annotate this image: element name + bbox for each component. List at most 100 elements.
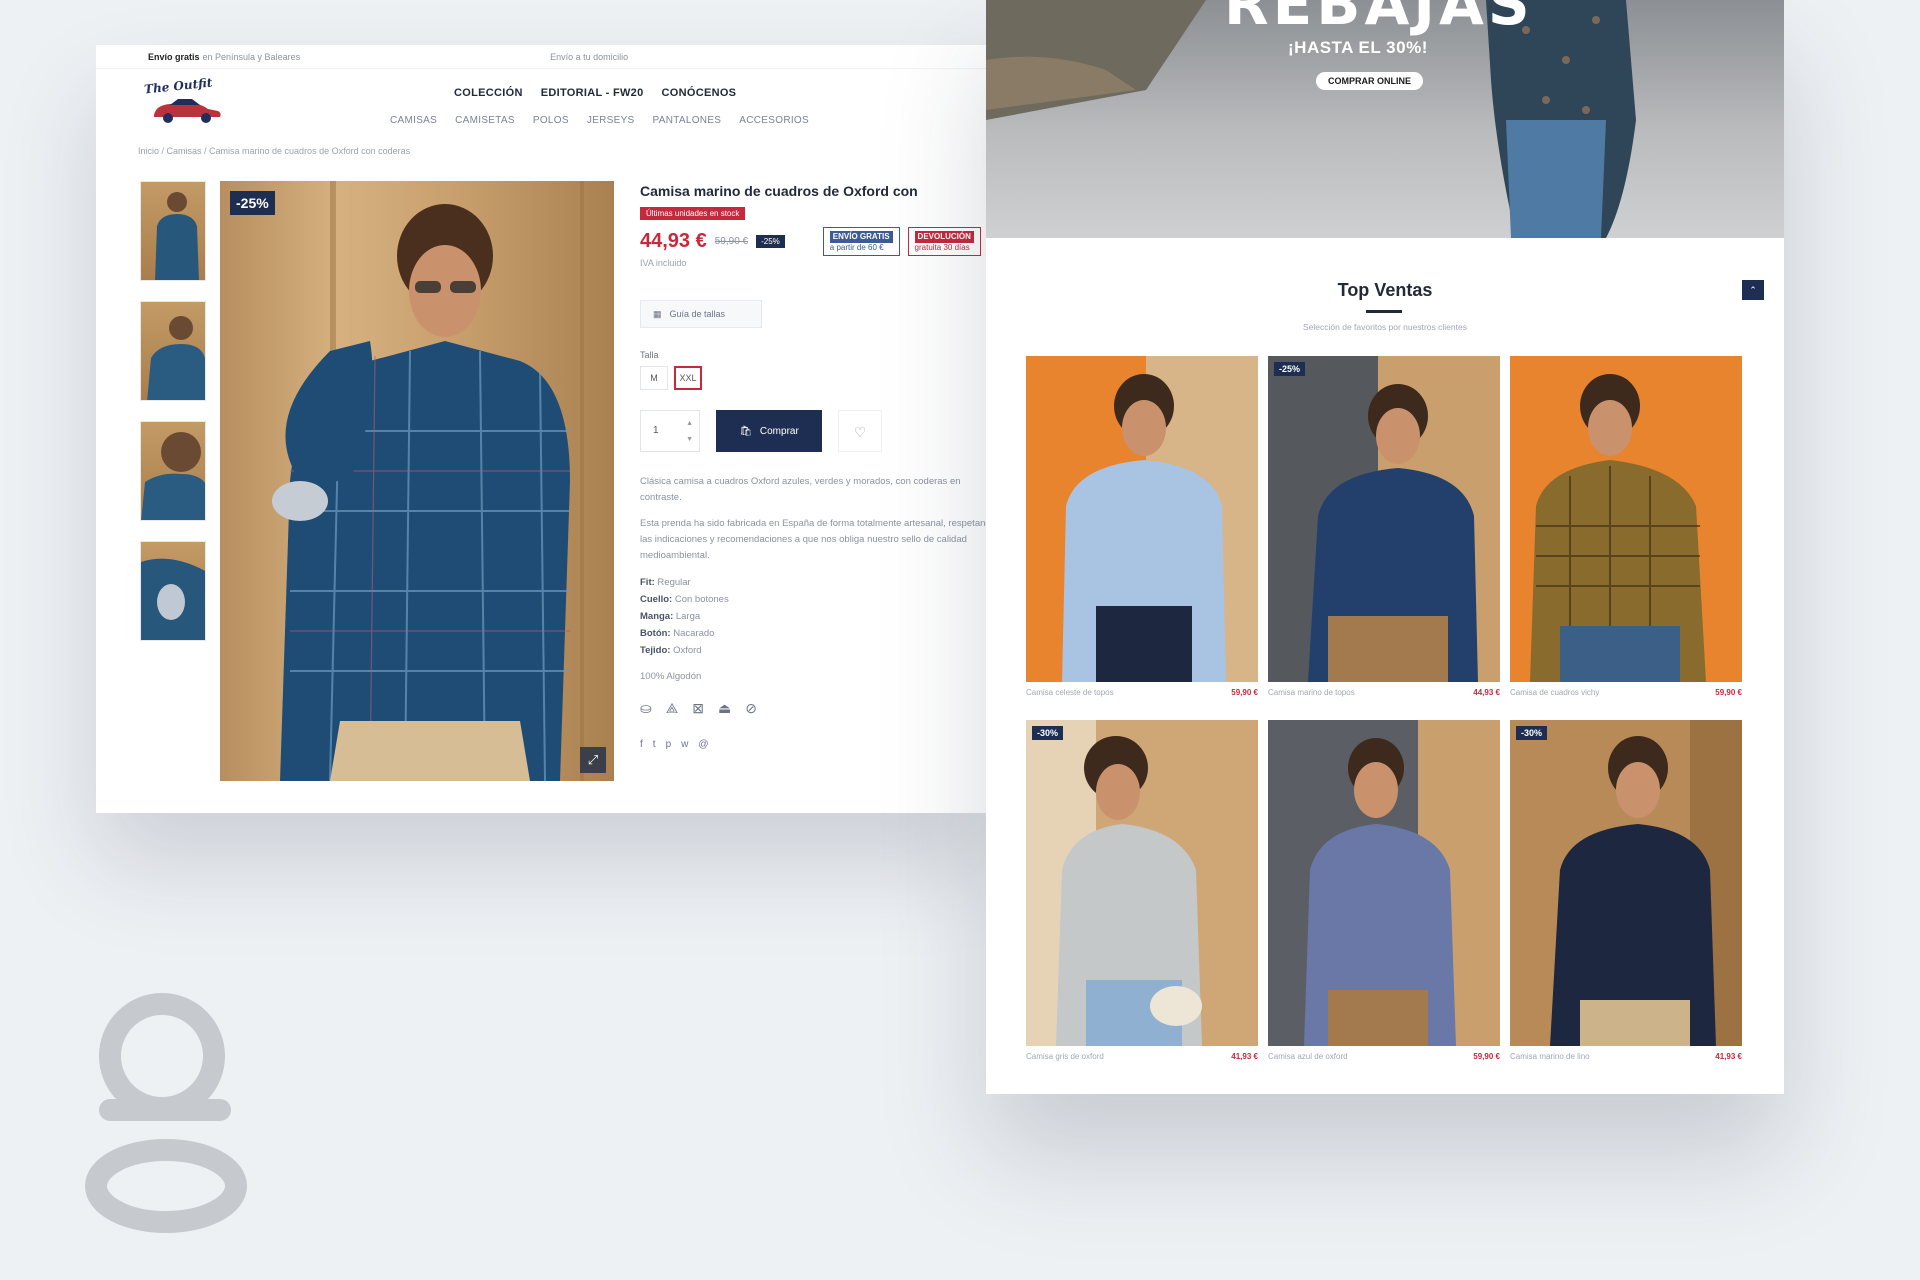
subnav-jerseys[interactable]: JERSEYS bbox=[587, 115, 635, 126]
title-underline bbox=[1366, 310, 1402, 313]
product-price: 41,93 € bbox=[1715, 1052, 1742, 1061]
product-thumbnail[interactable] bbox=[140, 421, 206, 521]
thumbnail-list bbox=[140, 181, 206, 641]
product-image[interactable]: -30% bbox=[1026, 720, 1258, 1046]
product-card[interactable]: -25% Camisa marino de topos 44,93 € bbox=[1268, 356, 1500, 702]
product-badge: -30% bbox=[1516, 726, 1548, 740]
product-meta: Camisa marino de topos 44,93 € bbox=[1268, 688, 1500, 702]
wishlist-heart-icon[interactable]: ♡ bbox=[838, 410, 882, 453]
no-bleach-icon: ⟁ bbox=[665, 700, 679, 717]
free-shipping-label: Envío gratis bbox=[148, 51, 200, 62]
sale-hero-banner[interactable]: REBAJAS ¡HASTA EL 30%! COMPRAR ONLINE bbox=[986, 0, 1784, 238]
product-meta: Camisa azul de oxford 59,90 € bbox=[1268, 1052, 1500, 1066]
model-shirt-illustration bbox=[272, 181, 584, 781]
nav-coleccion[interactable]: COLECCIÓN bbox=[454, 87, 523, 99]
product-name[interactable]: Camisa marino de topos bbox=[1268, 688, 1355, 702]
hero-subtitle: ¡HASTA EL 30%! bbox=[1288, 38, 1428, 57]
product-name[interactable]: Camisa marino de lino bbox=[1510, 1052, 1590, 1066]
product-info: Camisa marino de cuadros de Oxford con Ú… bbox=[640, 183, 996, 750]
product-card[interactable]: Camisa azul de oxford 59,90 € bbox=[1268, 720, 1500, 1066]
quantity-value: 1 bbox=[653, 425, 659, 437]
home-page-card: REBAJAS ¡HASTA EL 30%! COMPRAR ONLINE To… bbox=[986, 0, 1784, 1094]
product-image[interactable]: -25% bbox=[1268, 356, 1500, 682]
size-options: M XXL bbox=[640, 366, 996, 391]
spec-value: Larga bbox=[675, 611, 701, 623]
product-price: 59,90 € bbox=[1715, 688, 1742, 697]
nav-conocenos[interactable]: CONÓCENOS bbox=[662, 87, 737, 99]
description-paragraph: Esta prenda ha sido fabricada en España … bbox=[640, 518, 996, 562]
breadcrumb[interactable]: Inicio / Camisas / Camisa marino de cuad… bbox=[138, 146, 410, 156]
site-header: The Outfit COLECCIÓN EDITORIAL - FW20 CO… bbox=[96, 69, 996, 141]
product-image[interactable]: -30% bbox=[1510, 720, 1742, 1046]
old-price: 59,90 € bbox=[714, 236, 749, 248]
top-sales-grid: Camisa celeste de topos 59,90 € -25% Cam… bbox=[1026, 356, 1742, 1066]
size-label: Talla bbox=[640, 350, 659, 361]
description-paragraph: Clásica camisa a cuadros Oxford azules, … bbox=[640, 476, 961, 504]
main-product-image[interactable]: -25% ⤢ bbox=[220, 181, 614, 781]
product-image[interactable] bbox=[1026, 356, 1258, 682]
top-bar: Envío gratis en Península y Baleares Env… bbox=[96, 45, 996, 69]
product-meta: Camisa gris de oxford 41,93 € bbox=[1026, 1052, 1258, 1066]
brand-logo[interactable]: The Outfit bbox=[140, 75, 228, 129]
size-option-m[interactable]: M bbox=[640, 366, 668, 391]
product-name[interactable]: Camisa gris de oxford bbox=[1026, 1052, 1104, 1066]
product-image[interactable] bbox=[1510, 356, 1742, 682]
product-thumbnail[interactable] bbox=[140, 301, 206, 401]
subnav-pantalones[interactable]: PANTALONES bbox=[653, 115, 722, 126]
product-card[interactable]: -30% Camisa gris de oxford 41,93 € bbox=[1026, 720, 1258, 1066]
scroll-up-icon[interactable]: ⌃ bbox=[1742, 280, 1764, 300]
spec-key: Manga: bbox=[640, 611, 674, 623]
product-card[interactable]: Camisa celeste de topos 59,90 € bbox=[1026, 356, 1258, 702]
product-price: 59,90 € bbox=[1231, 688, 1258, 697]
product-badge: -30% bbox=[1032, 726, 1064, 740]
share-icons: f t p w @ bbox=[640, 739, 996, 750]
email-icon[interactable]: @ bbox=[698, 739, 708, 750]
spec-value: Regular bbox=[657, 577, 691, 589]
product-meta: Camisa celeste de topos 59,90 € bbox=[1026, 688, 1258, 702]
buy-row: 1 ▲ ▼ 🛍 Comprar ♡ bbox=[640, 410, 996, 453]
twitter-icon[interactable]: t bbox=[653, 739, 656, 750]
returns-chip: DEVOLUCIÓN gratuita 30 días bbox=[907, 227, 981, 257]
hero-cta-button[interactable]: COMPRAR ONLINE bbox=[1316, 72, 1423, 90]
shipping-chip-title: ENVÍO GRATIS bbox=[829, 231, 893, 243]
facebook-icon[interactable]: f bbox=[640, 739, 643, 750]
subnav-polos[interactable]: POLOS bbox=[533, 115, 569, 126]
spec-key: Cuello: bbox=[640, 594, 673, 606]
subnav-accesorios[interactable]: ACCESORIOS bbox=[739, 115, 809, 126]
product-name[interactable]: Camisa azul de oxford bbox=[1268, 1052, 1348, 1066]
size-guide-button[interactable]: ▦ Guía de tallas bbox=[640, 300, 762, 329]
section-title: Top Ventas bbox=[1337, 280, 1433, 300]
promo-link[interactable]: Envío a tu domicilio bbox=[550, 52, 628, 62]
whatsapp-icon[interactable]: w bbox=[681, 739, 688, 750]
product-thumbnail[interactable] bbox=[140, 541, 206, 641]
product-price: 59,90 € bbox=[1473, 1052, 1500, 1061]
chevron-up-icon[interactable]: ▲ bbox=[686, 419, 693, 429]
nav-editorial[interactable]: EDITORIAL - FW20 bbox=[541, 87, 644, 99]
product-image[interactable] bbox=[1268, 720, 1500, 1046]
iron-icon: ⏏ bbox=[717, 700, 732, 717]
spec-value: Con botones bbox=[674, 594, 729, 606]
quantity-stepper[interactable]: 1 ▲ ▼ bbox=[640, 410, 700, 453]
subnav-camisas[interactable]: CAMISAS bbox=[390, 115, 437, 126]
product-badge: -25% bbox=[1274, 362, 1306, 376]
product-card[interactable]: -30% Camisa marino de lino 41,93 € bbox=[1510, 720, 1742, 1066]
subnav-camisetas[interactable]: CAMISETAS bbox=[455, 115, 515, 126]
spec-key: Botón: bbox=[640, 628, 671, 640]
product-name[interactable]: Camisa celeste de topos bbox=[1026, 688, 1114, 702]
size-option-xxl[interactable]: XXL bbox=[674, 366, 702, 391]
bag-icon: 🛍 bbox=[739, 425, 752, 437]
spec-key: Fit: bbox=[640, 577, 655, 589]
current-price: 44,93 € bbox=[640, 230, 707, 253]
spec-value: Oxford bbox=[673, 645, 702, 657]
product-card[interactable]: Camisa de cuadros vichy 59,90 € bbox=[1510, 356, 1742, 702]
product-name[interactable]: Camisa de cuadros vichy bbox=[1510, 688, 1599, 702]
chevron-down-icon[interactable]: ▼ bbox=[686, 435, 693, 445]
expand-icon[interactable]: ⤢ bbox=[580, 747, 606, 773]
returns-chip-title: DEVOLUCIÓN bbox=[914, 231, 974, 243]
hero-title: REBAJAS bbox=[1224, 0, 1534, 38]
buy-button[interactable]: 🛍 Comprar bbox=[716, 410, 822, 453]
pinterest-icon[interactable]: p bbox=[666, 739, 672, 750]
spec-key: Tejido: bbox=[640, 645, 671, 657]
product-thumbnail[interactable] bbox=[140, 181, 206, 281]
product-price: 41,93 € bbox=[1231, 1052, 1258, 1061]
